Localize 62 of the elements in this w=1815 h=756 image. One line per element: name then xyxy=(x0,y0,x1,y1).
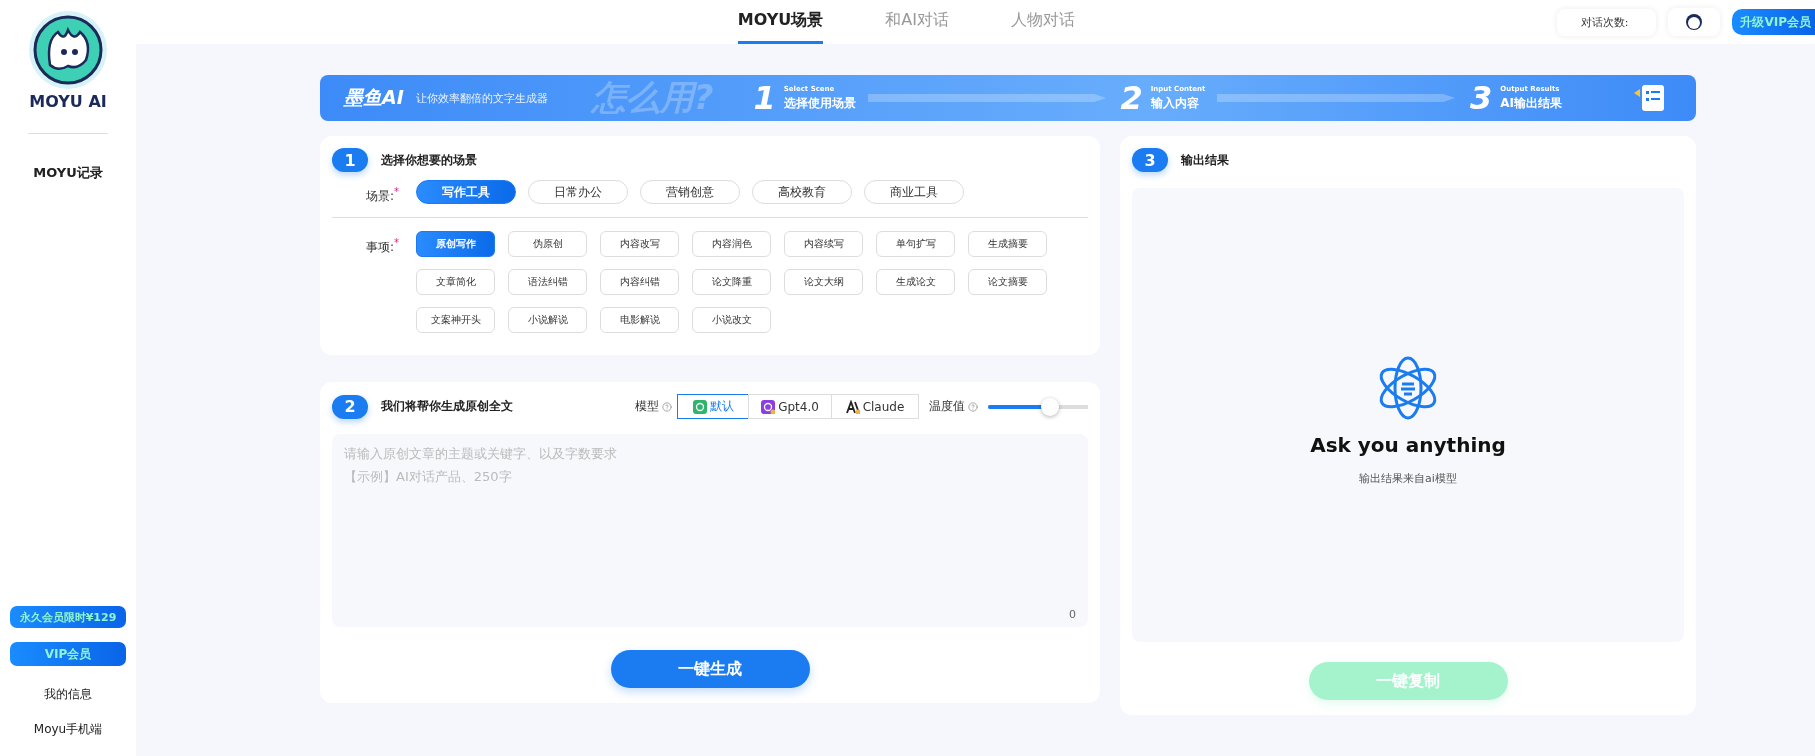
chat-count: 对话次数: xyxy=(1556,8,1657,36)
card-title: 选择你想要的场景 xyxy=(381,151,477,169)
step-title: AI输出结果 xyxy=(1500,94,1562,112)
char-count: 0 xyxy=(1069,608,1076,621)
scene-chip[interactable]: 写作工具 xyxy=(416,180,516,204)
step-number: 3 xyxy=(1470,79,1493,117)
output-heading: Ask you anything xyxy=(1310,432,1506,457)
task-chip[interactable]: 论文降重 xyxy=(692,269,771,295)
generate-button[interactable]: 一键生成 xyxy=(610,650,810,688)
task-chip[interactable]: 小说改文 xyxy=(692,307,771,333)
card-title: 输出结果 xyxy=(1181,151,1229,169)
brand-name: MOYU AI xyxy=(29,92,107,111)
nav-link[interactable]: MOYU记录 xyxy=(33,164,103,182)
model-label: 模型 xyxy=(635,398,672,415)
model-option[interactable]: Gpt4.0 xyxy=(748,394,832,419)
task-chip[interactable]: 文案神开头 xyxy=(416,307,495,333)
task-chip[interactable]: 生成论文 xyxy=(876,269,955,295)
scene-chip[interactable]: 日常办公 xyxy=(528,180,628,204)
task-chip[interactable]: 单句扩写 xyxy=(876,231,955,257)
step-title: 选择使用场景 xyxy=(783,94,856,112)
step-badge: 1 xyxy=(332,148,368,172)
task-chip[interactable]: 论文摘要 xyxy=(968,269,1047,295)
task-chip[interactable]: 文章简化 xyxy=(416,269,495,295)
card-title: 我们将帮你生成原创全文 xyxy=(381,398,513,415)
logo-icon xyxy=(28,10,108,90)
step-badge: 2 xyxy=(332,394,368,419)
sidebar-link[interactable]: 我的信息 xyxy=(44,686,92,703)
scene-chip[interactable]: 营销创意 xyxy=(640,180,740,204)
field-label: 场景:$^{*}$ xyxy=(366,186,401,205)
task-chip[interactable]: 内容润色 xyxy=(692,231,771,257)
banner-tagline: 让你效率翻倍的文字生成器 xyxy=(415,90,548,106)
step-number: 2 xyxy=(1120,79,1143,117)
model-option[interactable]: Claude xyxy=(831,394,919,419)
task-chip[interactable]: 内容纠错 xyxy=(600,269,679,295)
avatar-icon[interactable] xyxy=(1668,8,1721,36)
slider-thumb[interactable] xyxy=(1041,397,1059,416)
step-title: 输入内容 xyxy=(1150,94,1200,112)
help-icon[interactable] xyxy=(968,401,978,412)
task-chip[interactable]: 内容续写 xyxy=(784,231,863,257)
task-chip[interactable]: 论文大纲 xyxy=(784,269,863,295)
step-badge: 3 xyxy=(1132,148,1168,172)
field-label: 事项:$^{*}$ xyxy=(366,237,401,256)
task-chip[interactable]: 语法纠错 xyxy=(508,269,587,295)
model-icon xyxy=(692,399,707,414)
task-chip[interactable]: 伪原创 xyxy=(508,231,587,257)
task-chip[interactable]: 小说解说 xyxy=(508,307,587,333)
model-icon xyxy=(845,399,860,414)
sidebar-link[interactable]: Moyu手机端 xyxy=(33,721,103,738)
banner-brand: 墨鱼AI xyxy=(344,85,404,110)
nav-tab[interactable]: MOYU场景 xyxy=(737,0,824,44)
model-option[interactable]: 默认 xyxy=(677,394,749,419)
model-icon xyxy=(761,399,776,414)
scene-chip[interactable]: 高校教育 xyxy=(752,180,852,204)
task-chip[interactable]: 内容改写 xyxy=(600,231,679,257)
step-number: 1 xyxy=(753,79,776,117)
scene-chip[interactable]: 商业工具 xyxy=(864,180,964,204)
task-chip[interactable]: 原创写作 xyxy=(416,231,495,257)
output-subtitle: 输出结果来自ai模型 xyxy=(1359,470,1457,486)
temperature-label: 温度值 xyxy=(929,398,978,415)
task-chip[interactable]: 电影解说 xyxy=(600,307,679,333)
task-chip[interactable]: 生成摘要 xyxy=(968,231,1047,257)
help-icon[interactable] xyxy=(662,401,672,412)
